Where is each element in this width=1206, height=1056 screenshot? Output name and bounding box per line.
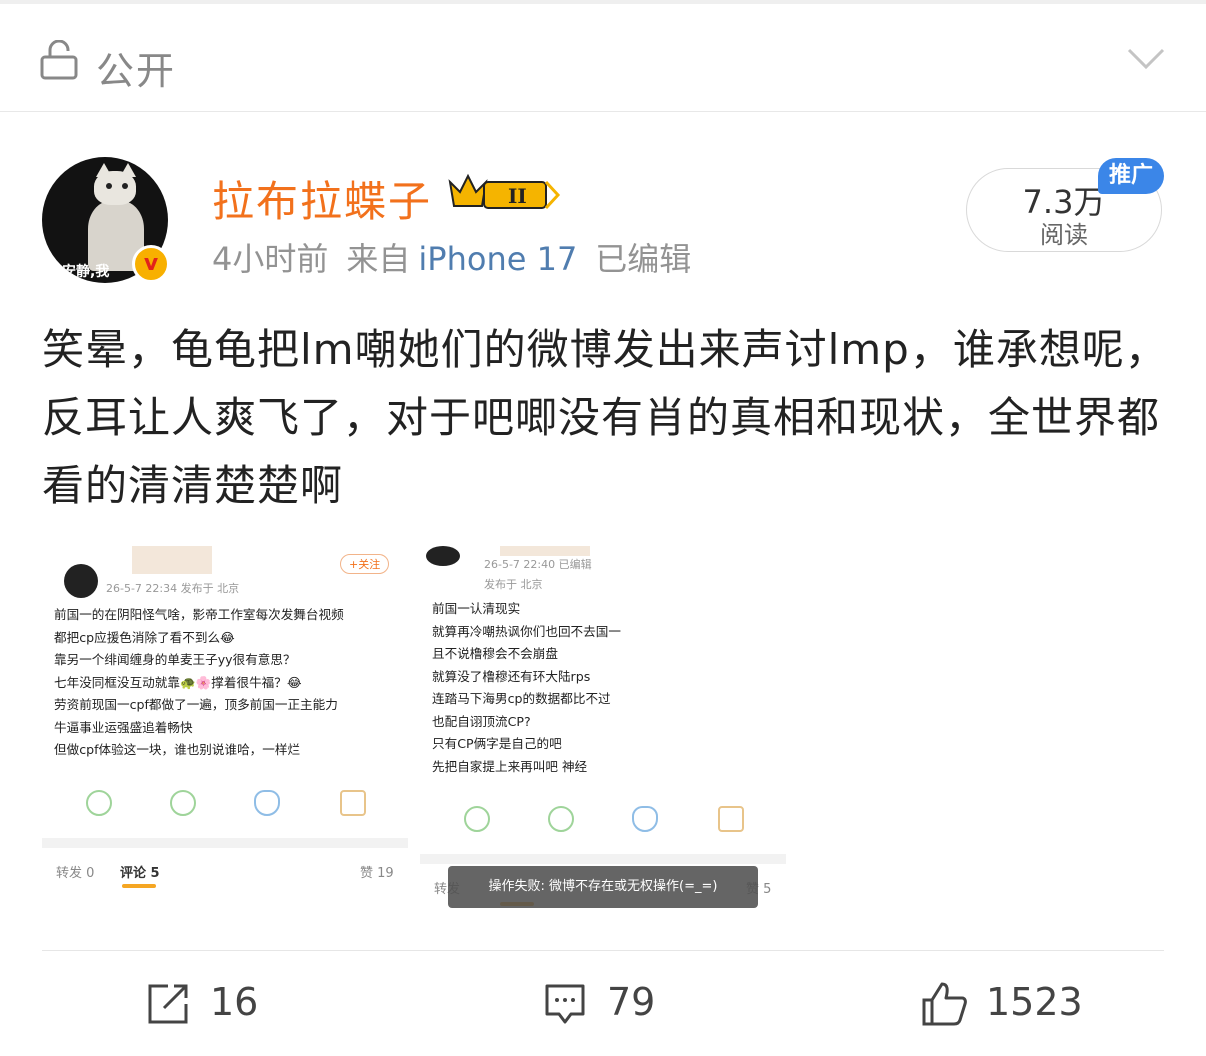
screenshot-line: 也配自诩顶流CP?	[432, 713, 531, 729]
screenshot-location: 发布于 北京	[484, 578, 543, 591]
screenshot-line: 都把cp应援色消除了看不到么😂	[54, 629, 235, 645]
thumbs-up-icon	[922, 982, 967, 1026]
edited-label[interactable]: 已编辑	[595, 240, 691, 278]
post-image-1[interactable]: +关注 26-5-7 22:34 发布于 北京 前国一的在阴阳怪气啥，影帝工作室…	[42, 546, 408, 908]
save-image-icon	[718, 806, 744, 832]
verified-badge-icon: v	[132, 245, 170, 283]
screenshot-line: 前国一的在阴阳怪气啥，影帝工作室每次发舞台视频	[54, 607, 344, 622]
source-prefix: 来自	[346, 240, 411, 278]
error-toast: 操作失败: 微博不存在或无权操作(=_=)	[448, 866, 758, 908]
post-text: 笑晕，龟龟把lm嘲她们的微博发出来声讨lmp，谁承想呢，反耳让人爽飞了，对于吧唧…	[42, 325, 1168, 510]
divider	[42, 950, 1164, 951]
post-time: 4小时前	[212, 240, 329, 278]
repost-tab: 转发 0	[56, 866, 95, 881]
blurred-name	[132, 546, 212, 574]
screenshot-line: 牛逼事业运强盛追着畅快	[54, 719, 193, 735]
comment-button[interactable]: 79	[543, 976, 673, 1032]
repost-icon	[148, 984, 188, 1024]
screenshot-line: 就算没了橹穆还有环大陆rps	[432, 668, 591, 684]
qq-icon	[254, 790, 280, 816]
active-tab-underline	[122, 884, 156, 888]
comment-tab: 评论 5	[120, 866, 160, 881]
screenshot-line: 劳资前现国一cpf都做了一遍，顶多前国一正主能力	[54, 697, 338, 712]
chevron-down-icon[interactable]	[1126, 44, 1166, 74]
screenshot-line: 前国一认清现实	[432, 601, 521, 616]
screenshot-line: 先把自家提上来再叫吧 神经	[432, 758, 588, 774]
privacy-label: 公开	[96, 49, 177, 93]
screenshot-line: 只有CP俩字是自己的吧	[432, 736, 562, 751]
wechat-icon	[464, 806, 490, 832]
level-badge: II	[508, 184, 527, 208]
member-crown-icon: II	[448, 173, 561, 210]
screenshot-avatar	[64, 564, 98, 598]
moments-icon	[170, 790, 196, 816]
like-button[interactable]: 1523	[920, 976, 1090, 1032]
source-link[interactable]: iPhone 17	[418, 240, 577, 278]
divider-bar	[42, 838, 408, 848]
screenshot-date: 26-5-7 22:34 发布于 北京	[106, 582, 240, 595]
screenshot-text: 前国一认清现实 就算再冷嘲热讽你们也回不去国一 且不说橹穆会不会崩盘 就算没了橹…	[432, 598, 621, 778]
divider-bar	[420, 854, 786, 864]
avatar-caption: 安静,我	[62, 264, 110, 280]
reads-label: 阅读	[1040, 221, 1088, 249]
save-image-icon	[340, 790, 366, 816]
post-meta: 4小时前 来自 iPhone 17 已编辑	[212, 234, 709, 280]
screenshot-line: 但做cpf体验这一块，谁也别说谁哈，一样烂	[54, 742, 301, 757]
like-tab: 赞 19	[360, 866, 394, 881]
blurred-name	[500, 546, 590, 556]
screenshot-line: 连踏马下海男cp的数据都比不过	[432, 691, 611, 706]
screenshot-line: 就算再冷嘲热讽你们也回不去国一	[432, 623, 621, 639]
username[interactable]: 拉布拉蝶子	[212, 168, 432, 229]
repost-count: 16	[210, 980, 259, 1024]
comment-icon	[545, 984, 585, 1024]
screenshot-line: 且不说橹穆会不会崩盘	[432, 646, 558, 661]
comment-count: 79	[607, 980, 656, 1024]
avatar[interactable]: 安静,我 v	[42, 157, 170, 285]
privacy-bar[interactable]: 公开	[0, 0, 1206, 112]
like-count: 1523	[986, 980, 1083, 1024]
screenshot-line: 七年没同框没互动就靠🐢🌸撑着很牛福？😂	[54, 674, 302, 690]
qq-icon	[632, 806, 658, 832]
screenshot-avatar	[426, 546, 460, 566]
screenshot-date: 26-5-7 22:40 已编辑	[484, 558, 592, 571]
unlock-icon	[40, 40, 78, 80]
wechat-icon	[86, 790, 112, 816]
screenshot-line: 靠另一个绯闻缠身的单麦王子yy很有意思？	[54, 652, 296, 667]
repost-button[interactable]: 16	[146, 976, 266, 1032]
follow-button: +关注	[340, 554, 390, 574]
moments-icon	[548, 806, 574, 832]
post-image-2[interactable]: 26-5-7 22:40 已编辑 发布于 北京 前国一认清现实 就算再冷嘲热讽你…	[420, 546, 786, 908]
promote-badge[interactable]: 推广	[1098, 158, 1164, 194]
screenshot-text: 前国一的在阴阳怪气啥，影帝工作室每次发舞台视频 都把cp应援色消除了看不到么😂 …	[54, 604, 344, 762]
